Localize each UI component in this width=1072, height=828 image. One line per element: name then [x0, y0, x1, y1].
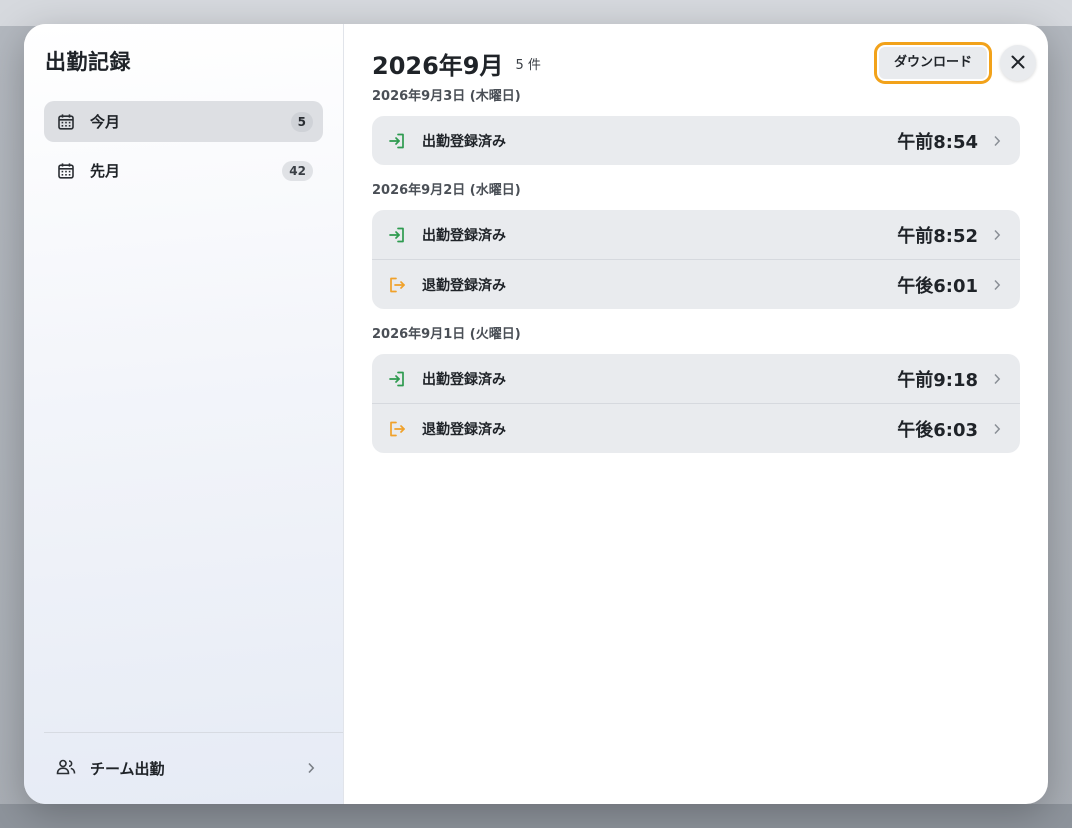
record-count: 5 件: [515, 57, 541, 73]
record-time: 午後6:01: [897, 275, 978, 297]
record-time: 午前8:54: [897, 131, 978, 153]
close-button[interactable]: [1000, 45, 1036, 81]
count-badge: 5: [290, 111, 313, 132]
records-list: 2026年9月3日 (木曜日) 出勤登録済み 午前8:54 2026年9月2日 …: [372, 88, 1020, 470]
record-row[interactable]: 退勤登録済み 午後6:03: [372, 403, 1020, 453]
record-label: 退勤登録済み: [422, 277, 506, 294]
login-icon: [388, 226, 406, 244]
chevron-right-icon: [992, 423, 1002, 435]
chevron-right-icon: [307, 759, 315, 778]
sidebar-item-label: 今月: [90, 113, 121, 131]
chevron-right-icon: [992, 135, 1002, 147]
records-header: 2026年9月 5 件 ダウンロード: [372, 38, 1036, 88]
day-label: 2026年9月1日 (火曜日): [372, 327, 521, 342]
record-label: 退勤登録済み: [422, 421, 506, 438]
record-row[interactable]: 出勤登録済み 午前8:52: [372, 210, 1020, 259]
sidebar-nav: 今月 5 先月 42: [44, 101, 323, 199]
people-icon: [56, 758, 76, 780]
record-time: 午前8:52: [897, 225, 978, 247]
day-label: 2026年9月3日 (木曜日): [372, 89, 521, 104]
login-icon: [388, 370, 406, 388]
day-group: 出勤登録済み 午前9:18 退勤登録済み 午後6:03: [372, 354, 1020, 453]
sidebar-item-team-attendance[interactable]: チーム出勤: [44, 732, 343, 804]
record-row[interactable]: 出勤登録済み 午前9:18: [372, 354, 1020, 403]
sidebar-footer-label: チーム出勤: [90, 760, 165, 778]
attendance-dialog: 出勤記録 今月 5 先月 42 チーム出勤 2026年9月 5 件 ダウンロード…: [24, 24, 1048, 804]
record-label: 出勤登録済み: [422, 133, 506, 150]
logout-icon: [388, 420, 406, 438]
record-label: 出勤登録済み: [422, 371, 506, 388]
record-row[interactable]: 退勤登録済み 午後6:01: [372, 259, 1020, 309]
page-title: 2026年9月: [372, 51, 504, 80]
sidebar-item-label: 先月: [90, 162, 121, 180]
background-toolbar: [0, 0, 1072, 26]
calendar-icon: [56, 112, 76, 132]
chevron-right-icon: [992, 373, 1002, 385]
sidebar-title: 出勤記録: [45, 50, 131, 74]
record-time: 午前9:18: [897, 369, 978, 391]
login-icon: [388, 132, 406, 150]
day-label: 2026年9月2日 (水曜日): [372, 183, 521, 198]
day-group: 出勤登録済み 午前8:52 退勤登録済み 午後6:01: [372, 210, 1020, 309]
record-time: 午後6:03: [897, 419, 978, 441]
sidebar-item-this-month[interactable]: 今月 5: [44, 101, 323, 142]
records-panel: 2026年9月 5 件 ダウンロード 2026年9月3日 (木曜日) 出勤登録済…: [344, 24, 1048, 804]
close-icon: [1010, 54, 1026, 73]
logout-icon: [388, 276, 406, 294]
chevron-right-icon: [992, 279, 1002, 291]
record-label: 出勤登録済み: [422, 227, 506, 244]
chevron-right-icon: [992, 229, 1002, 241]
calendar-icon: [56, 161, 76, 181]
day-group: 出勤登録済み 午前8:54: [372, 116, 1020, 165]
sidebar: 出勤記録 今月 5 先月 42 チーム出勤: [24, 24, 344, 804]
sidebar-item-last-month[interactable]: 先月 42: [44, 150, 323, 191]
count-badge: 42: [282, 160, 313, 181]
download-button[interactable]: ダウンロード: [874, 42, 992, 84]
background-footer: [0, 804, 1072, 828]
record-row[interactable]: 出勤登録済み 午前8:54: [372, 116, 1020, 165]
